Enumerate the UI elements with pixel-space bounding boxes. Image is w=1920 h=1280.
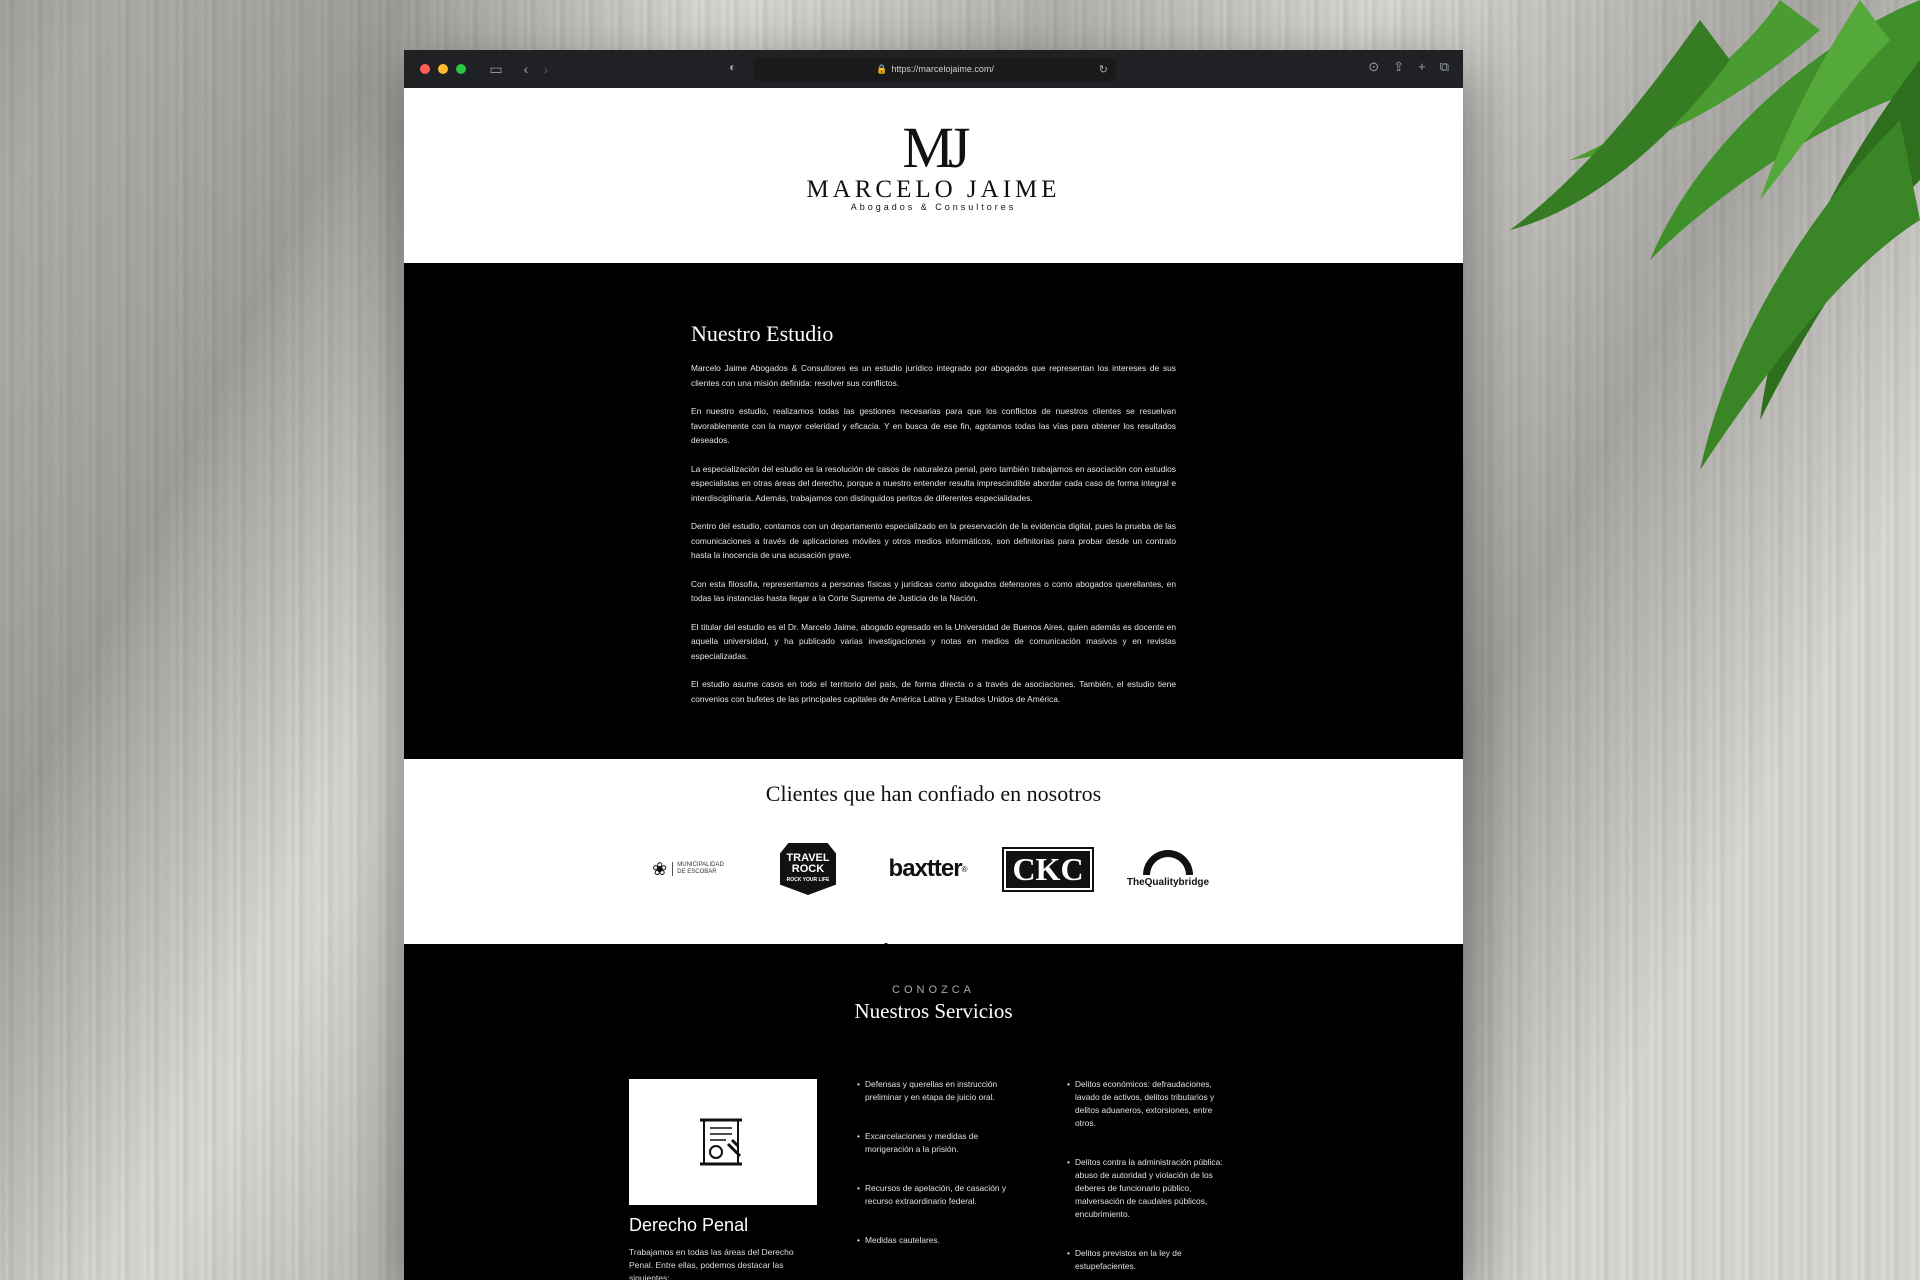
address-bar[interactable]: 🔒 https://marcelojaime.com/ ↻ (754, 57, 1116, 81)
privacy-shield-icon[interactable]: ◐ (729, 60, 736, 74)
lock-icon: 🔒 (876, 63, 888, 74)
estudio-paragraph: Con esta filosofía, representamos a pers… (691, 578, 1176, 604)
travel-line2: ROCK (791, 862, 825, 875)
logo-monogram: MJ (902, 115, 970, 180)
lotus-icon: ❀ (652, 858, 668, 879)
window-controls (420, 64, 466, 74)
client-logo-carousel[interactable]: ❀ MUNICIPALIDAD DE ESCOBAR TRAVEL ROCK R… (629, 841, 1229, 897)
list-item: Delitos económicos: defraudaciones, lava… (1067, 1078, 1227, 1130)
client-logo-escobar: ❀ MUNICIPALIDAD DE ESCOBAR (629, 841, 747, 897)
escobar-line2: DE ESCOBAR (677, 869, 717, 875)
servicios-title: Nuestros Servicios (854, 999, 1013, 1023)
estudio-paragraph: El estudio asume casos en todo el territ… (691, 679, 1176, 704)
clientes-section: Clientes que han confiado en nosotros ❀ … (404, 759, 1463, 947)
service-list-1: Defensas y querellas en instrucción prel… (857, 1078, 1017, 1273)
forward-arrow-icon[interactable]: › (536, 61, 556, 77)
service-list-2: Delitos económicos: defraudaciones, lava… (1067, 1078, 1227, 1280)
list-item: Delitos previstos en la ley de estupefac… (1067, 1247, 1227, 1273)
clientes-title: Clientes que han confiado en nosotros (765, 781, 1102, 806)
ckc-text: CKC (1002, 846, 1094, 892)
servicios-section: CONOZCA Nuestros Servicios Derecho Penal… (404, 944, 1463, 1280)
baxtter-text: baxtter (888, 855, 963, 882)
logo-subtitle: Abogados & Consultores (850, 202, 1017, 212)
quality-text: TheQualitybridge (1126, 877, 1210, 888)
sidebar-toggle-icon[interactable]: ▭ (486, 61, 506, 78)
list-item: Recursos de apelación, de casación y rec… (857, 1182, 1017, 1208)
close-window-button[interactable] (420, 64, 430, 74)
estudio-body: Marcelo Jaime Abogados & Consultores es … (691, 361, 1176, 720)
client-logo-qualitybridge: TheQualitybridge (1109, 841, 1227, 897)
download-icon[interactable]: ⊙ (1368, 59, 1379, 75)
estudio-section: Nuestro Estudio Marcelo Jaime Abogados &… (404, 263, 1463, 759)
logo-name: MARCELO JAIME (806, 176, 1061, 203)
maximize-window-button[interactable] (456, 64, 466, 74)
web-page: MJ MARCELO JAIME Abogados & Consultores … (404, 88, 1463, 1280)
plant-decoration (1510, 0, 1920, 470)
client-logo-baxtter: baxtter ® (888, 855, 968, 882)
tabs-overview-icon[interactable]: ⧉ (1440, 59, 1449, 75)
estudio-title: Nuestro Estudio (691, 321, 834, 346)
site-logo[interactable]: MJ MARCELO JAIME Abogados & Consultores (404, 115, 1463, 213)
estudio-paragraph: Marcelo Jaime Abogados & Consultores es … (691, 363, 1176, 388)
minimize-window-button[interactable] (438, 64, 448, 74)
estudio-paragraph: Dentro del estudio, contamos con un depa… (691, 521, 1176, 560)
list-item: Medidas cautelares. (857, 1234, 1017, 1247)
escobar-line1: MUNICIPALIDAD (677, 862, 724, 868)
estudio-paragraph: La especialización del estudio es la res… (691, 463, 1176, 503)
servicios-kicker: CONOZCA (892, 984, 975, 996)
back-arrow-icon[interactable]: ‹ (516, 61, 536, 77)
client-logo-ckc: CKC (989, 841, 1107, 897)
service-card-image[interactable] (629, 1079, 817, 1205)
list-item: Excarcelaciones y medidas de morigeració… (857, 1130, 1017, 1156)
estudio-paragraph: En nuestro estudio, realizamos todas las… (691, 406, 1176, 445)
travel-tagline: ROCK YOUR LIFE (786, 876, 830, 883)
new-tab-icon[interactable]: + (1418, 59, 1426, 75)
site-header: MJ MARCELO JAIME Abogados & Consultores (404, 88, 1463, 263)
estudio-paragraph: El titular del estudio es el Dr. Marcelo… (691, 621, 1176, 661)
service-title[interactable]: Derecho Penal (629, 1215, 748, 1236)
browser-titlebar: ▭ ‹ › ◐ 🔒 https://marcelojaime.com/ ↻ ⊙ … (404, 50, 1463, 88)
service-description: Trabajamos en todas las áreas del Derech… (629, 1247, 794, 1280)
url-text: https://marcelojaime.com/ (891, 64, 994, 74)
client-logo-travel-rock: TRAVEL ROCK ROCK YOUR LIFE (749, 841, 867, 897)
browser-window: ▭ ‹ › ◐ 🔒 https://marcelojaime.com/ ↻ ⊙ … (404, 50, 1463, 1280)
list-item: Delitos contra la administración pública… (1067, 1156, 1227, 1221)
travel-line1: TRAVEL (786, 851, 830, 864)
reload-icon[interactable]: ↻ (1099, 63, 1108, 76)
browser-toolbar-right: ⊙ ⇪ + ⧉ (1368, 59, 1449, 75)
bridge-arc-icon (1142, 850, 1193, 875)
legal-document-icon (700, 1118, 742, 1166)
share-icon[interactable]: ⇪ (1393, 59, 1404, 75)
list-item: Defensas y querellas en instrucción prel… (857, 1078, 1017, 1104)
